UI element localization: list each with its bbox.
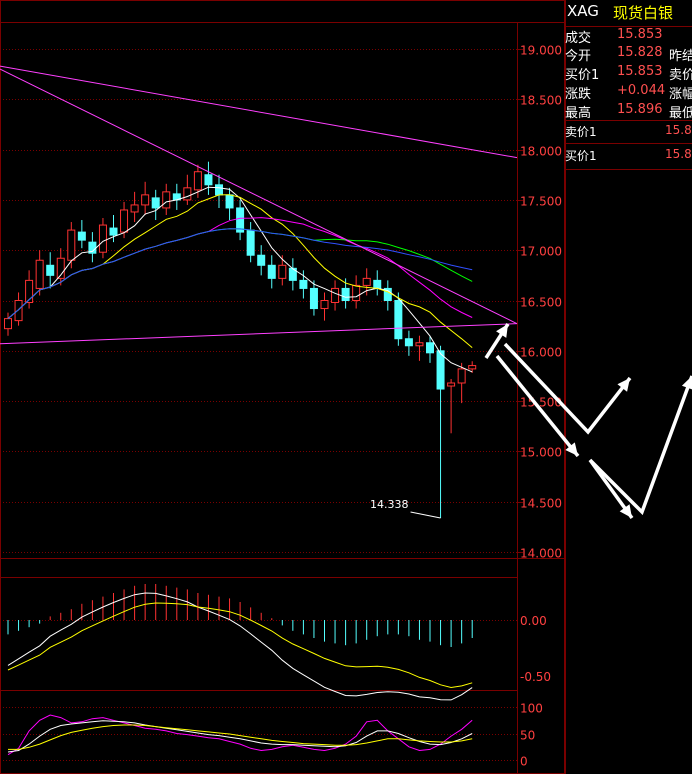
symbol-code: XAG <box>567 2 599 20</box>
moving-average-line <box>7 228 473 319</box>
candle-body <box>46 264 55 276</box>
price-tick-label: 18.500 <box>520 94 562 108</box>
macd-tick-label: 0.00 <box>520 614 547 628</box>
quote-extra: 最低 <box>669 106 692 121</box>
candle-body <box>130 204 139 213</box>
price-tick-label: 18.000 <box>520 145 562 159</box>
candle-body <box>309 287 318 310</box>
sell1-value: 15.85 <box>665 123 692 137</box>
candle-body <box>362 277 371 286</box>
trendline <box>0 65 518 159</box>
candle-body <box>468 365 477 370</box>
trendline <box>0 323 518 345</box>
candle-body <box>299 279 308 289</box>
quote-label: 最高 <box>565 106 592 121</box>
candle-body <box>120 209 129 233</box>
candle-body <box>14 300 23 322</box>
buy1-label: 买价1 <box>565 149 597 163</box>
price-tick-label: 19.000 <box>520 44 562 58</box>
moving-average-line <box>7 228 473 319</box>
price-tick-label: 15.000 <box>520 446 562 460</box>
candle-body <box>267 264 276 279</box>
quote-label: 涨跌 <box>565 87 592 102</box>
low-annotation-leader <box>410 511 441 519</box>
price-tick-label: 17.000 <box>520 245 562 259</box>
quote-value: 15.828 <box>617 45 663 60</box>
candle-body <box>162 191 171 209</box>
candle-body <box>331 287 340 304</box>
kdj-line <box>7 720 473 753</box>
kdj-tick-label: 50 <box>520 729 535 743</box>
candle-body <box>109 227 118 236</box>
macd-tick-label: -0.50 <box>520 670 551 684</box>
candle-body <box>278 264 287 279</box>
candle-body <box>204 174 213 186</box>
quote-extra: 昨结 <box>669 49 692 64</box>
candle-body <box>447 382 456 387</box>
quote-value: 15.853 <box>617 64 663 79</box>
candle-body <box>35 259 44 289</box>
quote-value: +0.044 <box>617 83 666 98</box>
low-annotation-label: 14.338 <box>370 498 409 511</box>
quote-extra: 卖价 <box>669 68 692 83</box>
candle-body <box>225 194 234 209</box>
candle-body <box>98 224 107 253</box>
candle-body <box>373 279 382 289</box>
quote-label: 今开 <box>565 49 592 64</box>
macd-dea-line <box>7 602 473 689</box>
candle-body <box>320 300 329 310</box>
candle-body <box>394 300 403 340</box>
orderbook-buy-row: 买价1 15.85 <box>565 147 692 169</box>
candle-body <box>415 342 424 347</box>
symbol-header: XAG 现货白银 <box>565 2 692 26</box>
candle-body <box>436 350 445 390</box>
candle-body <box>457 368 466 384</box>
trendline <box>0 68 518 325</box>
kdj-line <box>8 724 473 750</box>
price-tick-label: 14.000 <box>520 547 562 561</box>
quote-value: 15.853 <box>617 27 663 42</box>
quote-panel: XAG 现货白银 成交 15.853 今开 15.828 昨结 买价1 15.8… <box>565 0 692 774</box>
candle-body <box>404 338 413 347</box>
candle-body <box>77 231 86 241</box>
kdj-tick-label: 0 <box>520 755 528 769</box>
candle-body <box>67 229 76 261</box>
candle-body <box>352 284 361 302</box>
price-tick-label: 14.500 <box>520 497 562 511</box>
quote-label: 买价1 <box>565 68 600 83</box>
candle-body <box>341 287 350 302</box>
candle-body <box>193 171 202 191</box>
candle-body <box>183 187 192 201</box>
sell1-label: 卖价1 <box>565 125 597 139</box>
candle-body <box>141 194 150 206</box>
quote-extra: 涨幅 <box>669 87 692 102</box>
quote-label: 成交 <box>565 31 592 46</box>
orderbook-sell-row: 卖价1 15.85 <box>565 123 692 145</box>
buy1-value: 15.85 <box>665 147 692 161</box>
candle-body <box>4 318 12 330</box>
candle-body <box>151 197 160 209</box>
price-tick-label: 16.500 <box>520 296 562 310</box>
candle-body <box>246 229 255 256</box>
symbol-name: 现货白银 <box>613 4 674 22</box>
price-tick-label: 16.000 <box>520 346 562 360</box>
candle-body <box>426 342 434 354</box>
price-tick-label: 17.500 <box>520 195 562 209</box>
candle-body <box>215 184 223 196</box>
candle-body <box>257 254 266 266</box>
quote-row: 最高 15.896 最低 <box>565 102 692 124</box>
kdj-tick-label: 100 <box>520 702 543 716</box>
quote-value: 15.896 <box>617 102 663 117</box>
